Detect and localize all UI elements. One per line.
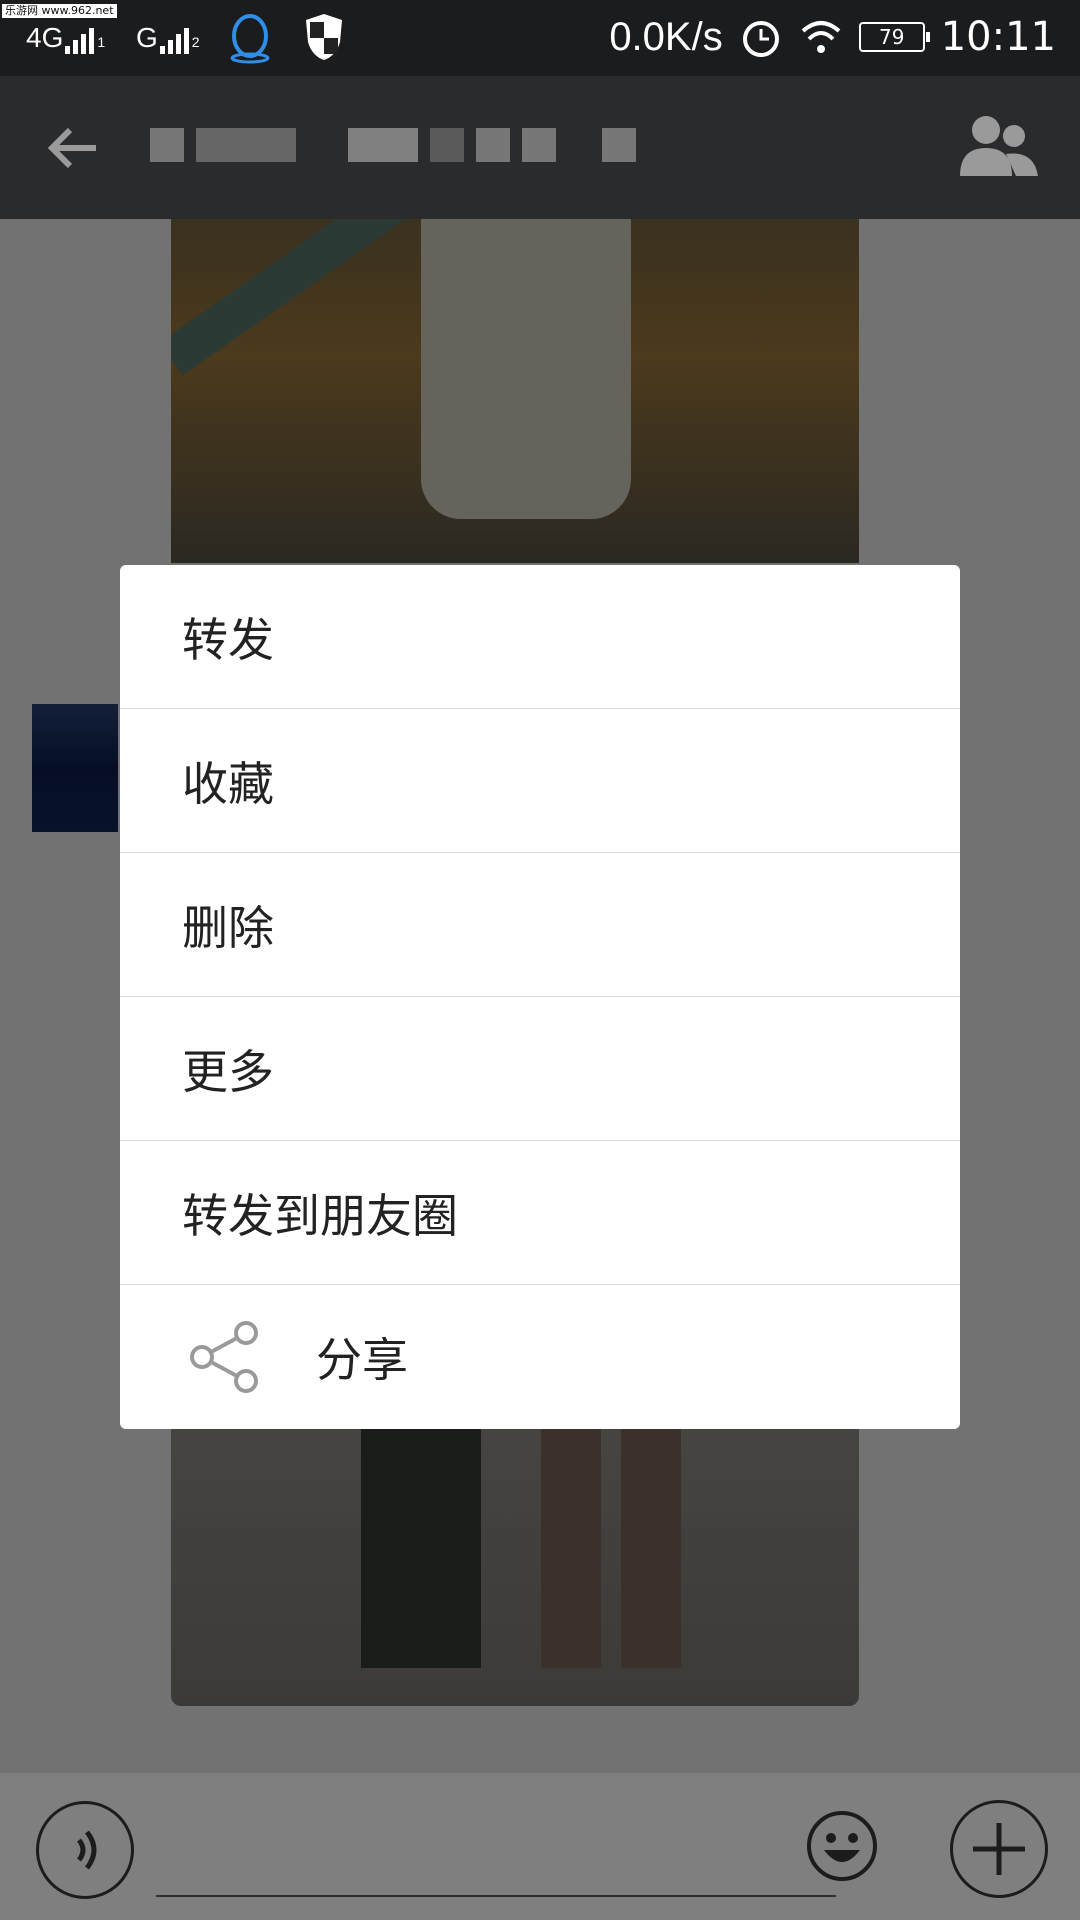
clock: 10:11	[940, 14, 1056, 60]
signal-sim2: G2	[136, 22, 200, 54]
menu-item-share[interactable]: 分享	[120, 1285, 960, 1429]
status-bar: 乐游网 www.962.net 4G 1 G2 0.0K/s 79 10:11	[0, 0, 1080, 76]
status-right: 0.0K/s 79 10:11	[609, 14, 1056, 60]
wifi-icon	[801, 21, 841, 53]
arrow-left-icon[interactable]	[44, 118, 104, 178]
qq-penguin-icon	[230, 14, 270, 64]
network-type-2: G	[136, 22, 158, 53]
chat-title-bar	[0, 76, 1080, 219]
menu-item-label: 更多	[182, 1044, 274, 1099]
battery-icon: 79	[858, 22, 930, 52]
menu-item-label: 删除	[182, 900, 274, 955]
menu-item-label: 收藏	[182, 756, 274, 811]
menu-item-more[interactable]: 更多	[120, 997, 960, 1141]
menu-item-forward[interactable]: 转发	[120, 565, 960, 709]
sim2-label: 2	[191, 34, 200, 50]
chat-title-redacted	[150, 128, 636, 162]
menu-item-label: 转发	[182, 612, 274, 667]
share-icon	[190, 1321, 258, 1393]
alarm-icon	[742, 21, 779, 57]
menu-item-delete[interactable]: 删除	[120, 853, 960, 997]
menu-item-label: 分享	[316, 1333, 408, 1387]
network-speed: 0.0K/s	[609, 14, 723, 59]
network-type-1: 4G	[26, 22, 64, 53]
shield-icon	[306, 14, 342, 60]
sim1-label: 1	[97, 34, 106, 50]
watermark: 乐游网 www.962.net	[2, 4, 117, 18]
menu-item-label: 转发到朋友圈	[182, 1188, 458, 1243]
context-menu: 转发 收藏 删除 更多 转发到朋友圈 分享	[120, 565, 960, 1429]
signal-sim1: 4G 1	[26, 22, 105, 54]
menu-item-favorite[interactable]: 收藏	[120, 709, 960, 853]
signal-bars-icon	[65, 22, 97, 54]
menu-item-forward-moments[interactable]: 转发到朋友圈	[120, 1141, 960, 1285]
signal-bars-icon	[159, 22, 192, 54]
group-members-icon[interactable]	[956, 114, 1040, 178]
